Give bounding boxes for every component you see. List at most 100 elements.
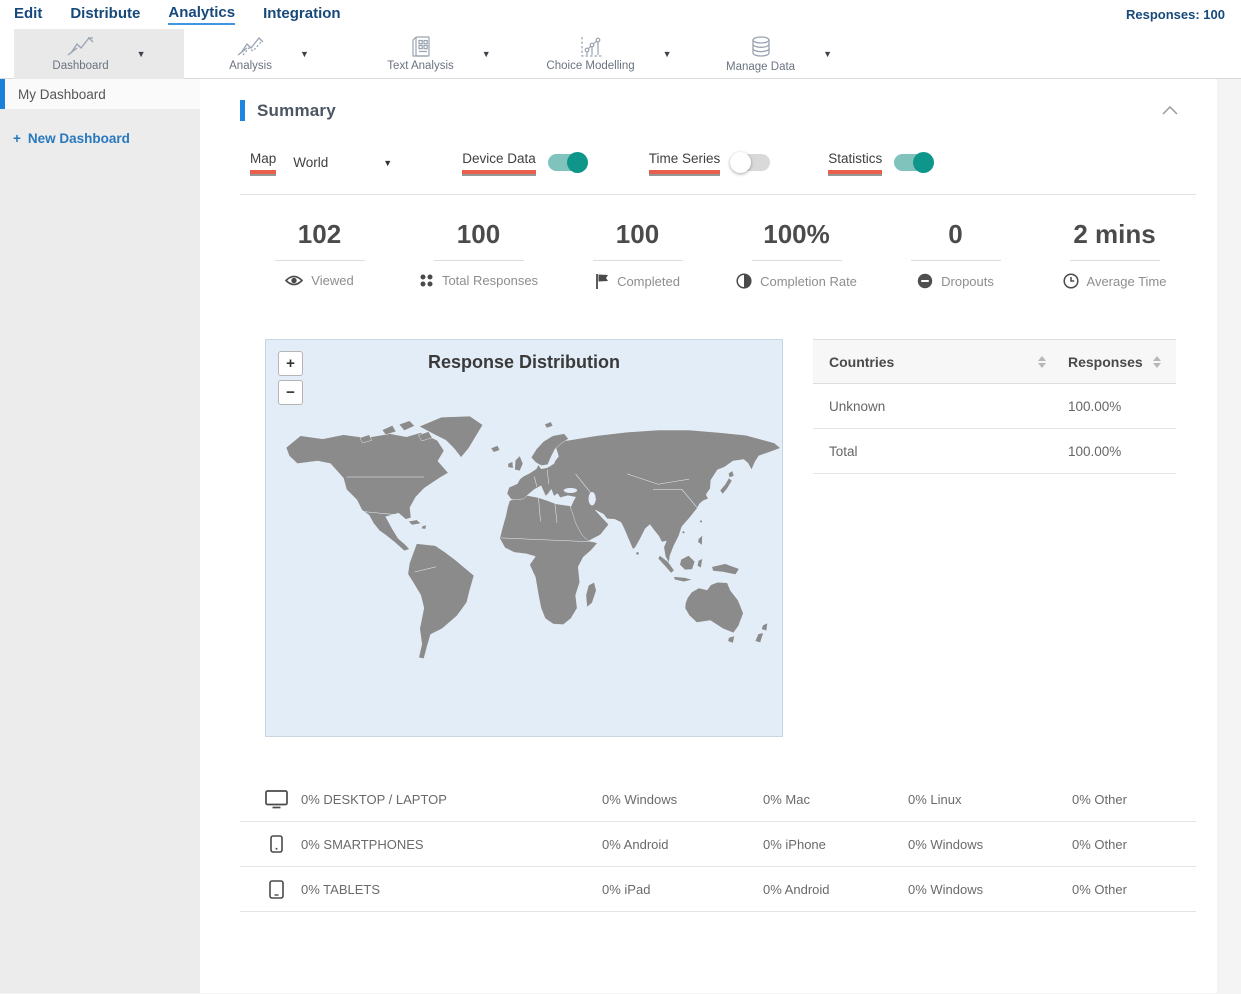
responses-column-header[interactable]: Responses <box>1068 354 1143 370</box>
tab-label: Dashboard <box>52 60 109 72</box>
map-control-label: Map <box>250 151 277 174</box>
stat-value: 102 <box>297 219 342 249</box>
stat-total-responses: 100 Total Responses <box>399 219 558 289</box>
time-series-toggle[interactable] <box>730 152 771 173</box>
chevron-down-icon[interactable]: ▼ <box>137 49 146 59</box>
choice-modelling-icon <box>579 36 603 57</box>
country-value: 100.00% <box>1068 443 1122 459</box>
stat-label: Average Time <box>1086 273 1167 289</box>
line-chart-icon <box>67 36 94 57</box>
device-cell: 0% Windows <box>908 881 984 897</box>
country-value: 100.00% <box>1068 398 1122 414</box>
analytics-toolbar: Dashboard ▼ Analysis ▼ Text Analysis ▼ C… <box>0 29 1241 79</box>
map-title: Response Distribution <box>427 352 620 372</box>
statistics-toggle[interactable] <box>894 152 935 173</box>
database-icon <box>749 35 773 58</box>
device-data-toggle[interactable] <box>547 152 588 173</box>
tab-analysis[interactable]: Analysis ▼ <box>184 29 354 79</box>
sidebar-item-label: My Dashboard <box>18 86 106 102</box>
top-nav: Edit Distribute Analytics Integration Re… <box>0 0 1241 29</box>
tab-choice-modelling[interactable]: Choice Modelling ▼ <box>524 29 694 79</box>
stat-label: Viewed <box>311 273 354 288</box>
device-cell: 0% Other <box>1072 791 1127 807</box>
device-category-label: 0% TABLETS <box>301 881 380 897</box>
nav-analytics[interactable]: Analytics <box>168 4 236 25</box>
tab-label: Analysis <box>229 60 272 72</box>
device-data-table: 0% DESKTOP / LAPTOP 0% Windows 0% Mac 0%… <box>240 777 1196 912</box>
statistics-label: Statistics <box>828 151 883 174</box>
chevron-down-icon[interactable]: ▼ <box>823 49 832 59</box>
stat-average-time: 2 mins Average Time <box>1035 219 1194 289</box>
collapse-chevron-up-icon[interactable] <box>1162 106 1178 115</box>
sort-icon[interactable] <box>1152 355 1161 368</box>
table-row: 0% TABLETS 0% iPad 0% Android 0% Windows… <box>240 867 1196 912</box>
device-cell: 0% iPhone <box>763 836 826 852</box>
accent-bar <box>240 100 245 121</box>
response-distribution-map[interactable]: Response Distribution + − <box>265 339 783 737</box>
toggle-knob <box>566 152 588 173</box>
map-zoom-in-button[interactable]: + <box>278 351 303 376</box>
analysis-chart-icon <box>237 36 264 57</box>
chevron-down-icon[interactable]: ▼ <box>300 49 309 59</box>
countries-table-header: Countries Responses <box>813 339 1176 384</box>
map-zoom-out-button[interactable]: − <box>278 380 303 405</box>
device-cell: 0% Windows <box>602 791 678 807</box>
stat-value: 2 mins <box>1073 219 1156 249</box>
stat-label: Total Responses <box>441 273 539 288</box>
divider <box>240 194 1196 195</box>
tab-label: Manage Data <box>726 60 796 73</box>
new-dashboard-button[interactable]: + New Dashboard <box>0 131 200 146</box>
device-cell: 0% Windows <box>908 836 984 852</box>
summary-panel: Summary Map World ▼ Device Data Time Ser… <box>200 79 1217 993</box>
sidebar-item-my-dashboard[interactable]: My Dashboard <box>0 79 200 109</box>
sort-icon[interactable] <box>1038 355 1046 368</box>
tablet-icon <box>269 879 284 899</box>
nav-distribute[interactable]: Distribute <box>70 5 140 24</box>
clock-icon <box>1062 273 1079 289</box>
stat-viewed: 102 Viewed <box>240 219 399 289</box>
country-name: Unknown <box>829 398 886 414</box>
device-cell: 0% Other <box>1072 836 1127 852</box>
stat-value: 100 <box>615 219 660 249</box>
toggle-knob <box>730 152 752 173</box>
stat-label: Dropouts <box>941 273 994 289</box>
table-row: Total 100.00% <box>813 429 1176 474</box>
new-dashboard-label: New Dashboard <box>27 131 130 146</box>
stat-completed: 100 Completed <box>558 219 717 289</box>
eye-icon <box>285 274 304 287</box>
minus-circle-icon <box>917 273 933 289</box>
tab-dashboard[interactable]: Dashboard ▼ <box>14 29 184 79</box>
stats-row: 102 Viewed 100 Total Responses 100 Compl… <box>240 219 1196 289</box>
table-row: 0% DESKTOP / LAPTOP 0% Windows 0% Mac 0%… <box>240 777 1196 822</box>
nav-integration[interactable]: Integration <box>263 5 341 24</box>
stat-dropouts: 0 Dropouts <box>876 219 1035 289</box>
stat-value: 0 <box>948 219 963 249</box>
device-category-label: 0% SMARTPHONES <box>301 836 424 852</box>
device-cell: 0% Mac <box>763 791 810 807</box>
stat-value: 100 <box>456 219 501 249</box>
tab-label: Choice Modelling <box>546 60 635 72</box>
desktop-icon <box>265 789 288 809</box>
tab-text-analysis[interactable]: Text Analysis ▼ <box>354 29 524 79</box>
device-cell: 0% Linux <box>908 791 962 807</box>
tab-label: Text Analysis <box>387 60 454 72</box>
world-map[interactable] <box>266 412 782 670</box>
countries-column-header[interactable]: Countries <box>829 354 1038 370</box>
device-data-label: Device Data <box>462 151 536 174</box>
device-cell: 0% Other <box>1072 881 1127 897</box>
page-title: Summary <box>257 100 336 120</box>
nav-edit[interactable]: Edit <box>14 5 42 24</box>
device-cell: 0% Android <box>602 836 669 852</box>
tab-manage-data[interactable]: Manage Data ▼ <box>694 29 864 79</box>
flag-icon <box>595 273 609 289</box>
chevron-down-icon[interactable]: ▼ <box>383 158 392 168</box>
device-category-label: 0% DESKTOP / LAPTOP <box>301 791 447 807</box>
toggle-knob <box>913 152 935 173</box>
stat-label: Completion Rate <box>760 273 857 289</box>
map-region-select[interactable]: World <box>293 155 328 170</box>
table-row: 0% SMARTPHONES 0% Android 0% iPhone 0% W… <box>240 822 1196 867</box>
chevron-down-icon[interactable]: ▼ <box>482 49 491 59</box>
chevron-down-icon[interactable]: ▼ <box>663 49 672 59</box>
country-name: Total <box>829 443 858 459</box>
table-row: Unknown 100.00% <box>813 384 1176 429</box>
